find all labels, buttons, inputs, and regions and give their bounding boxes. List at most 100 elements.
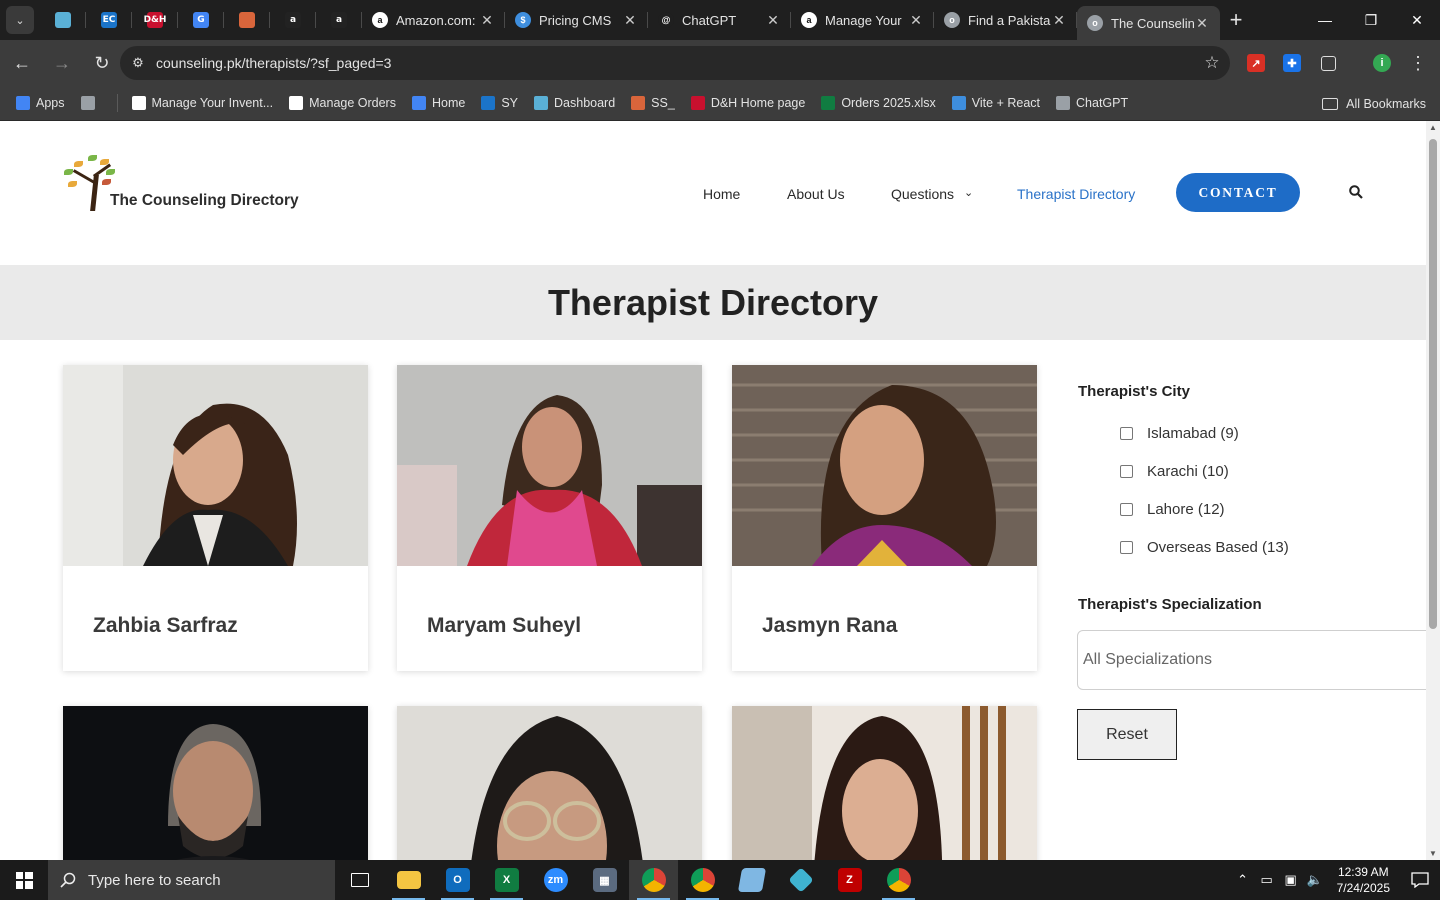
file-explorer-icon[interactable] [384, 860, 433, 900]
active-tab[interactable]: o The Counselin ✕ [1077, 6, 1220, 40]
clock[interactable]: 12:39 AM 7/24/2025 [1337, 864, 1390, 896]
close-tab-icon[interactable]: ✕ [908, 12, 924, 29]
bookmark-star-icon[interactable]: ☆ [1194, 53, 1230, 73]
chrome-icon[interactable] [629, 860, 678, 900]
excel-icon[interactable]: X [482, 860, 531, 900]
pinned-tab[interactable] [40, 0, 86, 40]
city-option-label[interactable]: Islamabad (9) [1147, 425, 1239, 442]
bookmark-item[interactable]: Apps [16, 96, 65, 110]
nav-about-us[interactable]: About Us [787, 186, 845, 202]
reload-button[interactable]: ↻ [84, 45, 120, 81]
pinned-tab[interactable]: D&H [132, 0, 178, 40]
extension-arrow-icon[interactable]: ↗ [1239, 46, 1273, 80]
close-window-button[interactable]: ✕ [1394, 0, 1440, 40]
close-tab-icon[interactable]: ✕ [622, 12, 638, 29]
nav-home[interactable]: Home [703, 186, 740, 202]
bookmark-item[interactable]: Home [411, 96, 465, 110]
close-tab-icon[interactable]: ✕ [479, 12, 495, 29]
taskbar-search-placeholder[interactable]: Type here to search [88, 872, 221, 889]
city-checkbox[interactable] [1120, 541, 1133, 554]
bookmark-item[interactable] [80, 96, 101, 110]
all-bookmarks[interactable]: All Bookmarks [1322, 86, 1426, 121]
nav-questions[interactable]: Questions ⌄ [891, 186, 973, 202]
therapist-photo[interactable] [63, 365, 368, 566]
kite-app-icon[interactable] [776, 860, 825, 900]
volume-icon[interactable]: 🔈 [1303, 872, 1327, 888]
bookmark-item[interactable]: SS_ [631, 96, 675, 110]
profile-avatar[interactable]: i [1365, 46, 1399, 80]
site-logo[interactable]: The Counseling Directory [62, 153, 299, 213]
pinned-tab[interactable]: a [316, 0, 362, 40]
search-icon[interactable] [1349, 185, 1363, 199]
notifications-icon[interactable] [1400, 860, 1440, 900]
tab-search-button[interactable]: ⌄ [6, 6, 34, 34]
therapist-card[interactable] [397, 706, 702, 860]
therapist-photo[interactable] [397, 365, 702, 566]
outlook-icon[interactable]: O [433, 860, 482, 900]
therapist-card[interactable]: Zahbia Sarfraz [63, 365, 368, 671]
scroll-up-arrow-icon[interactable]: ▲ [1429, 123, 1437, 132]
city-option[interactable]: Karachi (10) [1120, 463, 1229, 480]
therapist-photo[interactable] [63, 706, 368, 860]
browser-tab[interactable]: $ Pricing CMS ✕ [505, 0, 648, 40]
zoom-icon[interactable]: zm [531, 860, 580, 900]
address-url[interactable]: counseling.pk/therapists/?sf_paged=3 [156, 55, 1194, 71]
back-button[interactable]: ← [4, 45, 40, 81]
chrome-profile-icon[interactable] [678, 860, 727, 900]
extensions-puzzle-icon[interactable] [1311, 46, 1345, 80]
city-checkbox[interactable] [1120, 465, 1133, 478]
scrollbar-thumb[interactable] [1429, 139, 1437, 629]
therapist-name[interactable]: Maryam Suheyl [427, 614, 581, 638]
therapist-card[interactable] [63, 706, 368, 860]
therapist-card[interactable]: Jasmyn Rana [732, 365, 1037, 671]
city-option[interactable]: Islamabad (9) [1120, 425, 1239, 442]
taskbar-search[interactable]: Type here to search [48, 860, 335, 900]
pinned-tab[interactable]: G [178, 0, 224, 40]
city-option-label[interactable]: Overseas Based (13) [1147, 539, 1289, 556]
tray-chevron-icon[interactable]: ⌃ [1231, 872, 1255, 888]
new-tab-button[interactable]: + [1220, 7, 1252, 33]
filezilla-icon[interactable]: Z [825, 860, 874, 900]
bookmark-item[interactable]: D&H Home page [690, 96, 805, 110]
restore-button[interactable]: ❐ [1348, 0, 1394, 40]
bookmark-item[interactable]: ChatGPT [1056, 96, 1128, 110]
network-icon[interactable]: ▣ [1279, 872, 1303, 888]
pinned-tab[interactable]: EC [86, 0, 132, 40]
therapist-name[interactable]: Jasmyn Rana [762, 614, 897, 638]
therapist-card[interactable]: Maryam Suheyl [397, 365, 702, 671]
start-button[interactable] [0, 860, 48, 900]
minimize-button[interactable]: — [1302, 0, 1348, 40]
forward-button[interactable]: → [44, 45, 80, 81]
city-option-label[interactable]: Lahore (12) [1147, 501, 1225, 518]
bookmark-item[interactable]: SY [481, 96, 518, 110]
close-tab-icon[interactable]: ✕ [1194, 15, 1210, 32]
browser-tab[interactable]: @ ChatGPT ✕ [648, 0, 791, 40]
bookmark-item[interactable]: Manage Your Invent... [131, 96, 273, 110]
bookmark-item[interactable]: Dashboard [534, 96, 615, 110]
city-checkbox[interactable] [1120, 427, 1133, 440]
reset-button[interactable]: Reset [1077, 709, 1177, 760]
pinned-tab[interactable]: a [270, 0, 316, 40]
specialization-select[interactable]: All Specializations [1077, 630, 1426, 690]
city-option[interactable]: Overseas Based (13) [1120, 539, 1289, 556]
pinned-tab[interactable] [224, 0, 270, 40]
nav-therapist-directory[interactable]: Therapist Directory [1017, 186, 1135, 202]
page-scrollbar[interactable]: ▲ ▼ [1426, 121, 1440, 860]
address-bar[interactable]: ⚙ counseling.pk/therapists/?sf_paged=3 ☆ [120, 46, 1230, 80]
city-option-label[interactable]: Karachi (10) [1147, 463, 1229, 480]
close-tab-icon[interactable]: ✕ [765, 12, 781, 29]
notepad-icon[interactable] [727, 860, 776, 900]
therapist-card[interactable] [732, 706, 1037, 860]
close-tab-icon[interactable]: ✕ [1051, 12, 1067, 29]
browser-tab[interactable]: a Amazon.com: ✕ [362, 0, 505, 40]
therapist-name[interactable]: Zahbia Sarfraz [93, 614, 238, 638]
contact-button[interactable]: CONTACT [1176, 173, 1300, 212]
chrome-alt-icon[interactable] [874, 860, 923, 900]
site-info-icon[interactable]: ⚙ [120, 55, 156, 71]
calculator-icon[interactable]: ▦ [580, 860, 629, 900]
therapist-photo[interactable] [732, 706, 1037, 860]
bookmark-item[interactable]: Orders 2025.xlsx [821, 96, 936, 110]
tray-device-icon[interactable]: ▭ [1255, 872, 1279, 888]
task-view-icon[interactable] [335, 860, 384, 900]
bookmark-item[interactable]: Manage Orders [289, 96, 396, 110]
